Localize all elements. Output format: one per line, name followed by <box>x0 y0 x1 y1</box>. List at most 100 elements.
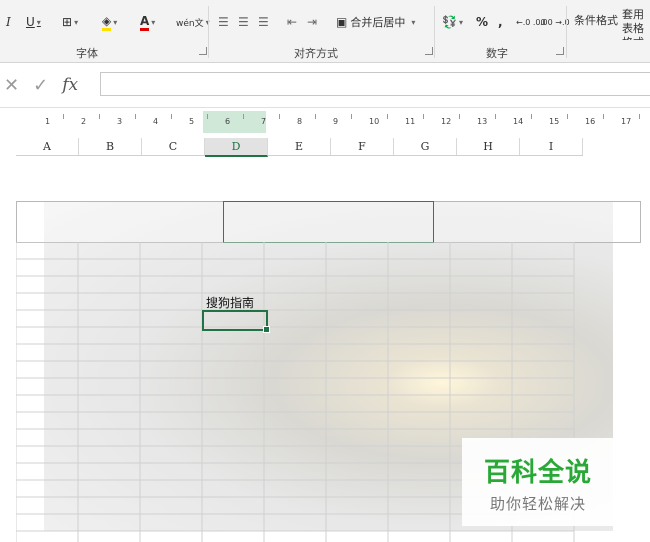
comma-button[interactable]: , <box>498 12 503 32</box>
ruler-tick: 10 <box>369 117 380 126</box>
align-center-icon: ☰ <box>238 15 249 29</box>
ruler-tick-mark <box>531 114 532 119</box>
fill-color-button[interactable]: ◈ ▾ <box>102 12 117 32</box>
ruler-tick-mark <box>135 114 136 119</box>
formula-bar: ✕ ✓ fx <box>0 63 650 108</box>
ruler-tick: 6 <box>225 117 231 126</box>
column-header-e[interactable]: E <box>268 138 331 155</box>
fill-handle[interactable] <box>263 326 270 333</box>
ruler-tick-mark <box>243 114 244 119</box>
ruler-highlight <box>203 111 266 133</box>
ruler-tick: 17 <box>621 117 632 126</box>
align-left-icon: ☰ <box>218 15 229 29</box>
ruler-tick-mark <box>603 114 604 119</box>
ruler-tick-mark <box>423 114 424 119</box>
header-center-section[interactable] <box>223 201 434 243</box>
ruler-tick: 2 <box>81 117 87 126</box>
cancel-icon[interactable]: ✕ <box>4 75 19 96</box>
percent-button[interactable]: % <box>476 12 488 32</box>
table-format-button[interactable]: 套用表格格式 <box>622 8 650 40</box>
column-header-i[interactable]: I <box>520 138 583 155</box>
watermark-title: 百科全说 <box>483 458 592 488</box>
font-dialog-launcher[interactable] <box>199 47 207 55</box>
merge-center-button[interactable]: ▣ 合并后居中 ▾ <box>336 12 415 32</box>
ruler-tick-mark <box>495 114 496 119</box>
chevron-down-icon: ▾ <box>458 17 463 27</box>
column-header-f[interactable]: F <box>331 138 394 155</box>
ruler-tick: 14 <box>513 117 524 126</box>
ruler-tick: 11 <box>405 117 416 126</box>
chevron-down-icon: ▾ <box>151 17 156 27</box>
border-icon: ⊞ <box>62 15 73 29</box>
ruler-tick: 15 <box>549 117 560 126</box>
column-header-b[interactable]: B <box>79 138 142 155</box>
ruler-tick: 13 <box>477 117 488 126</box>
selected-cell[interactable] <box>202 310 270 333</box>
group-separator <box>434 6 435 58</box>
watermark: 百科全说 助你轻松解决 <box>462 438 614 526</box>
ruler-tick-mark <box>99 114 100 119</box>
ruler-tick-mark <box>315 114 316 119</box>
increase-indent-button[interactable]: ⇥ <box>307 12 317 32</box>
horizontal-ruler: 1 2 3 4 5 6 7 8 9 10 11 12 13 14 15 16 17 <box>0 111 650 133</box>
formula-bar-icons: ✕ ✓ fx <box>4 75 78 96</box>
chevron-down-icon: ▾ <box>411 17 416 27</box>
underline-button[interactable]: U ▾ <box>26 12 41 32</box>
conditional-format-button[interactable]: 条件格式 <box>574 10 618 30</box>
ruler-tick: 1 <box>45 117 51 126</box>
ruler-tick: 12 <box>441 117 452 126</box>
column-header-g[interactable]: G <box>394 138 457 155</box>
ruler-tick-mark <box>171 114 172 119</box>
ruler-tick: 5 <box>189 117 195 126</box>
indent-increase-icon: ⇥ <box>307 15 318 29</box>
ruler-tick-mark <box>459 114 460 119</box>
alignment-dialog-launcher[interactable] <box>425 47 433 55</box>
watermark-subtitle: 助你轻松解决 <box>489 495 586 513</box>
ruler-tick-mark <box>567 114 568 119</box>
align-left-button[interactable]: ☰ <box>218 12 229 32</box>
alignment-group-label: 对齐方式 <box>294 47 338 60</box>
ruler-tick: 9 <box>333 117 339 126</box>
italic-button[interactable]: I <box>6 12 11 32</box>
font-color-button[interactable]: A ▾ <box>140 12 155 32</box>
chevron-down-icon: ▾ <box>36 17 41 27</box>
confirm-icon[interactable]: ✓ <box>33 75 48 96</box>
chevron-down-icon: ▾ <box>74 17 79 27</box>
number-group-label: 数字 <box>486 47 508 60</box>
ruler-tick-mark <box>279 114 280 119</box>
ruler-tick: 8 <box>297 117 303 126</box>
number-dialog-launcher[interactable] <box>556 47 564 55</box>
column-header-d[interactable]: D <box>205 138 268 157</box>
font-group-label: 字体 <box>76 47 98 60</box>
ruler-tick-mark <box>207 114 208 119</box>
fill-bucket-icon: ◈ <box>102 14 112 31</box>
ruler-tick: 4 <box>153 117 159 126</box>
currency-button[interactable]: 💱 ▾ <box>442 12 463 32</box>
ruler-tick-mark <box>639 114 640 119</box>
ruler-tick-mark <box>351 114 352 119</box>
indent-decrease-icon: ⇤ <box>287 15 298 29</box>
ruler-tick-mark <box>63 114 64 119</box>
formula-input[interactable] <box>100 72 650 96</box>
currency-icon: 💱 <box>442 15 457 29</box>
insert-function-icon[interactable]: fx <box>62 75 78 96</box>
column-header-h[interactable]: H <box>457 138 520 155</box>
chevron-down-icon: ▾ <box>113 17 118 27</box>
column-headers: ABCDEFGHI <box>16 138 583 157</box>
decrease-indent-button[interactable]: ⇤ <box>287 12 297 32</box>
ruler-tick: 16 <box>585 117 596 126</box>
group-separator <box>566 6 567 58</box>
phonetic-button[interactable]: wén文▾ <box>176 12 210 32</box>
ruler-tick: 3 <box>117 117 123 126</box>
column-header-c[interactable]: C <box>142 138 205 155</box>
align-right-button[interactable]: ☰ <box>258 12 269 32</box>
border-button[interactable]: ⊞ ▾ <box>62 12 78 32</box>
merge-icon: ▣ <box>336 15 348 29</box>
column-header-a[interactable]: A <box>16 138 79 155</box>
ribbon: I U▾ ⊞▾ ◈▾ A▾ wén文▾ ☰ ☰ ☰ ⇤ ⇥ ▣ 合并后居中 ▾ … <box>0 0 650 63</box>
ruler-tick: 7 <box>261 117 267 126</box>
ruler-tick-mark <box>387 114 388 119</box>
group-separator <box>208 6 209 58</box>
align-center-button[interactable]: ☰ <box>238 12 249 32</box>
cell-text: 搜狗指南 <box>206 296 255 310</box>
